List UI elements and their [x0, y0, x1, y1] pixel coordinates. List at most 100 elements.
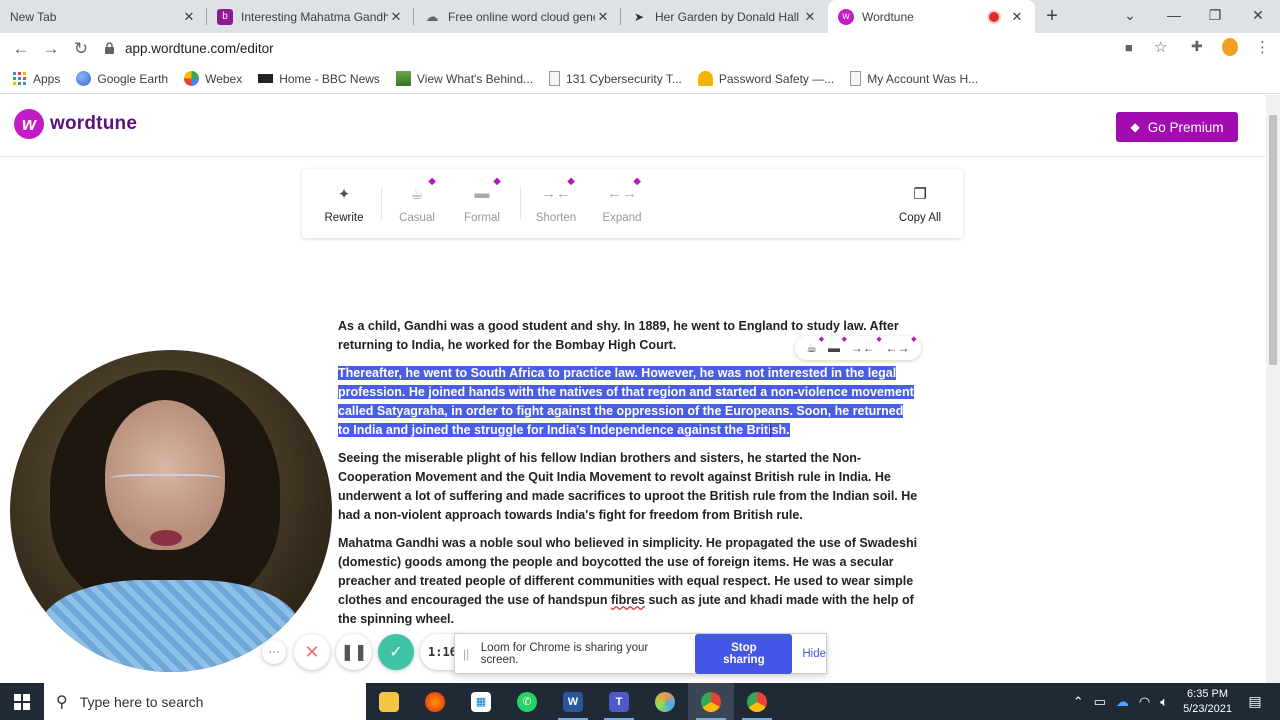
- webcam-bubble[interactable]: [10, 350, 332, 672]
- rewrite-button[interactable]: ✦ Rewrite: [312, 169, 376, 238]
- briefcase-icon[interactable]: ▬ ◆: [828, 336, 847, 355]
- store-icon[interactable]: ▦: [458, 683, 504, 720]
- recording-icon: [989, 11, 999, 22]
- bookmark-label: View What's Behind...: [416, 71, 534, 86]
- close-tab-icon[interactable]: ✕: [388, 9, 404, 25]
- tab-gandhi[interactable]: b Interesting Mahatma Gandhi ✕: [207, 0, 414, 33]
- go-premium-button[interactable]: ◆ Go Premium: [1116, 112, 1238, 142]
- wordtune-wordmark: wordtune: [50, 113, 138, 134]
- windows-taskbar: ⚲ Type here to search ▦ ✆ W T ⌃ ▭ ☁ ◠ 🔈︎…: [0, 683, 1280, 720]
- forward-icon[interactable]: →: [36, 34, 66, 64]
- loom-cancel-button[interactable]: ✕: [294, 634, 330, 670]
- page-scrollbar[interactable]: [1266, 95, 1280, 683]
- close-window-icon[interactable]: ✕: [1236, 0, 1280, 30]
- bookmark-my-account[interactable]: My Account Was H...: [850, 71, 978, 86]
- chrome-icon[interactable]: [734, 683, 780, 720]
- reload-icon[interactable]: ↻: [66, 34, 96, 64]
- doc-icon: [850, 71, 862, 86]
- battery-icon[interactable]: ▭: [1094, 694, 1106, 710]
- go-premium-label: Go Premium: [1147, 119, 1224, 135]
- extensions-icon[interactable]: ✚: [1191, 38, 1203, 55]
- expand-button[interactable]: ←→ ◆ Expand: [590, 169, 654, 238]
- bookmark-password-safety[interactable]: Password Safety —...: [697, 71, 834, 86]
- shorten-label: Shorten: [535, 211, 577, 224]
- onedrive-icon[interactable]: ☁: [1116, 694, 1129, 710]
- drag-handle-icon[interactable]: ||: [463, 647, 475, 661]
- teams-icon[interactable]: T: [596, 683, 642, 720]
- hide-link[interactable]: Hide: [802, 648, 826, 660]
- new-tab-button[interactable]: +: [1035, 0, 1069, 33]
- wifi-icon[interactable]: ◠: [1139, 694, 1150, 710]
- bookmark-google-earth[interactable]: Google Earth: [76, 71, 168, 86]
- expand-icon[interactable]: ←→ ◆: [886, 336, 917, 355]
- text-editor[interactable]: As a child, Gandhi was a good student an…: [338, 317, 918, 638]
- volume-icon[interactable]: 🔈︎: [1160, 694, 1168, 710]
- taskbar-clock[interactable]: 6:35 PM 5/23/2021: [1183, 687, 1232, 717]
- firefox-icon[interactable]: [412, 683, 458, 720]
- url-field[interactable]: app.wordtune.com/editor: [104, 41, 274, 56]
- close-tab-icon[interactable]: ✕: [181, 9, 197, 25]
- casual-button[interactable]: ☕ ◆ Casual: [385, 169, 449, 238]
- close-tab-icon[interactable]: ✕: [802, 9, 818, 25]
- file-explorer-icon[interactable]: [366, 683, 412, 720]
- sharing-message: Loom for Chrome is sharing your screen.: [480, 641, 649, 666]
- url-text: app.wordtune.com/editor: [125, 41, 274, 56]
- back-icon[interactable]: ←: [6, 34, 36, 64]
- selected-text: Thereafter, he went to South Africa to p…: [338, 366, 914, 437]
- shorten-icon[interactable]: →← ◆: [851, 336, 882, 355]
- close-tab-icon[interactable]: ✕: [595, 9, 611, 25]
- chevron-up-icon[interactable]: ⌃: [1073, 694, 1084, 710]
- taskbar-search[interactable]: ⚲ Type here to search: [44, 683, 366, 720]
- diamond-icon: ◆: [1130, 120, 1140, 134]
- bookmark-apps[interactable]: Apps: [12, 71, 60, 86]
- bookmark-webex[interactable]: Webex: [184, 71, 242, 86]
- loom-pause-button[interactable]: ❚❚: [336, 634, 372, 670]
- rewrite-toolbar: ✦ Rewrite ☕ ◆ Casual ▬ ◆ Formal →← ◆ Shorte…: [302, 169, 963, 238]
- copy-all-button[interactable]: ❐ Copy All: [888, 169, 952, 238]
- apps-grid-icon: [13, 72, 26, 85]
- loom-finish-button[interactable]: ✓: [378, 634, 414, 670]
- menu-icon[interactable]: ⋮: [1255, 38, 1270, 56]
- notifications-icon[interactable]: ▤: [1240, 683, 1270, 720]
- scrollbar-thumb[interactable]: [1269, 115, 1277, 365]
- start-button[interactable]: [0, 683, 44, 720]
- tab-new-tab[interactable]: New Tab ✕: [0, 0, 207, 33]
- briefcase-icon: ▬ ◆: [474, 175, 502, 203]
- shorten-button[interactable]: →← ◆ Shorten: [524, 169, 588, 238]
- b-icon: b: [217, 8, 233, 25]
- avatar[interactable]: [1222, 38, 1238, 56]
- copy-all-label: Copy All: [898, 211, 942, 224]
- doc-icon: [549, 71, 561, 86]
- paint-icon[interactable]: [642, 683, 688, 720]
- tab-word-cloud[interactable]: ☁ Free online word cloud gener ✕: [414, 0, 621, 33]
- premium-diamond-icon: ◆: [633, 175, 641, 187]
- close-tab-icon[interactable]: ✕: [1009, 9, 1025, 25]
- lock-icon: [105, 42, 114, 54]
- paragraph: Mahatma Gandhi was a noble soul who beli…: [338, 534, 918, 629]
- system-tray: ⌃ ▭ ☁ ◠ 🔈︎ 6:35 PM 5/23/2021: [1068, 683, 1232, 720]
- stop-sharing-button[interactable]: Stop sharing: [695, 633, 793, 674]
- bookmark-view-whats-behind[interactable]: View What's Behind...: [395, 71, 534, 86]
- restore-icon[interactable]: ❐: [1193, 0, 1237, 30]
- text-cursor-icon: [770, 423, 776, 437]
- casual-icon[interactable]: ☕ ◆: [806, 336, 824, 355]
- whatsapp-icon[interactable]: ✆: [504, 683, 550, 720]
- formal-button[interactable]: ▬ ◆ Formal: [450, 169, 514, 238]
- bookmark-cybersecurity[interactable]: 131 Cybersecurity T...: [549, 71, 682, 86]
- wordtune-logo[interactable]: w wordtune: [14, 109, 137, 139]
- tab-search-icon[interactable]: ⌄: [1108, 0, 1152, 30]
- misspelled-word[interactable]: fibres: [611, 593, 645, 607]
- bookmark-label: Google Earth: [97, 71, 169, 86]
- loom-more-button[interactable]: ···: [262, 640, 286, 664]
- tab-wordtune[interactable]: w Wordtune ✕: [828, 0, 1035, 33]
- tab-her-garden[interactable]: ➤ Her Garden by Donald Hall | P ✕: [621, 0, 828, 33]
- word-icon[interactable]: W: [550, 683, 596, 720]
- bookmark-bbc[interactable]: Home - BBC News: [258, 72, 380, 86]
- search-placeholder: Type here to search: [79, 693, 204, 710]
- minimize-icon[interactable]: —: [1152, 0, 1196, 30]
- tab-title: Free online word cloud gener: [448, 9, 595, 24]
- camera-icon[interactable]: ■: [1125, 40, 1133, 55]
- star-icon[interactable]: ☆: [1154, 38, 1167, 56]
- chrome-icon[interactable]: [688, 683, 734, 720]
- address-bar: ← → ↻ app.wordtune.com/editor ■ ☆ ✚ ⋮: [0, 33, 1280, 64]
